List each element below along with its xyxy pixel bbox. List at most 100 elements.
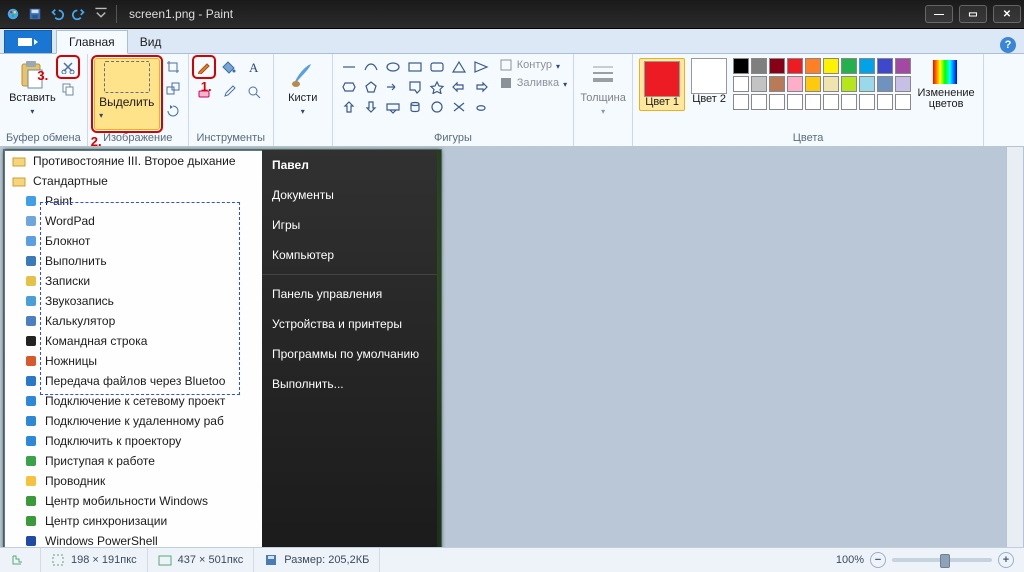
color-palette[interactable] xyxy=(733,58,911,110)
help-button[interactable]: ? xyxy=(1000,37,1016,53)
tree-item[interactable]: Передача файлов через Bluetoo xyxy=(5,371,263,391)
tree-item[interactable]: Подключить к проектору xyxy=(5,431,263,451)
color-swatch[interactable] xyxy=(895,94,911,110)
canvas[interactable]: Противостояние III. Второе дыхание Станд… xyxy=(4,150,441,548)
qat-dropdown-icon[interactable] xyxy=(92,5,110,23)
color-swatch[interactable] xyxy=(733,58,749,74)
color-swatch[interactable] xyxy=(751,76,767,92)
pencil-tool[interactable] xyxy=(195,58,213,76)
color-swatch[interactable] xyxy=(787,58,803,74)
group-tools: A Инструменты xyxy=(189,54,274,146)
fill-button[interactable]: Заливка▾ xyxy=(499,76,567,90)
close-button[interactable]: ✕ xyxy=(993,5,1021,23)
paste-button[interactable]: Вставить▾ xyxy=(9,58,55,128)
redo-icon[interactable] xyxy=(70,5,88,23)
tree-item[interactable]: Блокнот xyxy=(5,231,263,251)
crop-button[interactable] xyxy=(164,58,182,76)
startmenu-right-item[interactable]: Выполнить... xyxy=(262,369,437,399)
resize-button[interactable] xyxy=(164,80,182,98)
tree-folder[interactable]: Стандартные xyxy=(5,171,263,191)
tree-item[interactable]: Проводник xyxy=(5,471,263,491)
color-swatch[interactable] xyxy=(823,58,839,74)
tree-item[interactable]: Центр мобильности Windows xyxy=(5,491,263,511)
color-swatch[interactable] xyxy=(859,58,875,74)
color-swatch[interactable] xyxy=(877,76,893,92)
color-swatch[interactable] xyxy=(733,94,749,110)
zoom-out-button[interactable]: − xyxy=(870,552,886,568)
tree-item[interactable]: WordPad xyxy=(5,211,263,231)
file-menu-button[interactable] xyxy=(4,30,52,53)
startmenu-right-item[interactable]: Устройства и принтеры xyxy=(262,309,437,339)
magnifier-tool[interactable] xyxy=(245,83,263,101)
color-swatch[interactable] xyxy=(841,76,857,92)
tab-main[interactable]: Главная xyxy=(56,30,128,54)
startmenu-right-item[interactable]: Программы по умолчанию xyxy=(262,339,437,369)
color-swatch[interactable] xyxy=(751,58,767,74)
color-swatch[interactable] xyxy=(769,94,785,110)
contour-button[interactable]: Контур▾ xyxy=(499,58,567,72)
zoom-control[interactable]: 100% − + xyxy=(826,552,1024,568)
tree-item[interactable]: Записки xyxy=(5,271,263,291)
zoom-in-button[interactable]: + xyxy=(998,552,1014,568)
color-swatch[interactable] xyxy=(859,76,875,92)
tab-view[interactable]: Вид xyxy=(128,31,174,53)
tree-item[interactable]: Центр синхронизации xyxy=(5,511,263,531)
color-swatch[interactable] xyxy=(895,58,911,74)
tree-item[interactable]: Калькулятор xyxy=(5,311,263,331)
tree-item[interactable]: Звукозапись xyxy=(5,291,263,311)
startmenu-user[interactable]: Павел xyxy=(262,150,437,180)
color-swatch[interactable] xyxy=(895,76,911,92)
brushes-button[interactable]: Кисти▾ xyxy=(280,58,326,128)
tree-item[interactable]: Выполнить xyxy=(5,251,263,271)
thickness-button[interactable]: Толщина▾ xyxy=(580,58,626,128)
color-swatch[interactable] xyxy=(841,94,857,110)
shapes-gallery[interactable] xyxy=(339,58,491,116)
startmenu-right-item[interactable]: Компьютер xyxy=(262,240,437,270)
color-swatch[interactable] xyxy=(805,76,821,92)
color-swatch[interactable] xyxy=(859,94,875,110)
startmenu-right-item[interactable]: Игры xyxy=(262,210,437,240)
cut-button[interactable] xyxy=(59,58,77,76)
fill-tool[interactable] xyxy=(220,58,238,76)
canvas-area[interactable]: Противостояние III. Второе дыхание Станд… xyxy=(0,146,1024,548)
select-button[interactable]: Выделить▾ xyxy=(94,58,160,130)
zoom-slider[interactable] xyxy=(892,558,992,562)
color-swatch[interactable] xyxy=(823,94,839,110)
color2-button[interactable]: Цвет 2 xyxy=(689,58,729,105)
color-swatch[interactable] xyxy=(787,76,803,92)
color-swatch[interactable] xyxy=(805,58,821,74)
color1-button[interactable]: Цвет 1 xyxy=(639,58,685,111)
color-swatch[interactable] xyxy=(877,58,893,74)
tree-folder[interactable]: Противостояние III. Второе дыхание xyxy=(5,151,263,171)
edit-colors-button[interactable]: Изменение цветов xyxy=(915,58,977,110)
vertical-scrollbar[interactable] xyxy=(1006,146,1024,548)
color-swatch[interactable] xyxy=(805,94,821,110)
color-swatch[interactable] xyxy=(823,76,839,92)
startmenu-right-item[interactable]: Панель управления xyxy=(262,279,437,309)
tree-item[interactable]: Ножницы xyxy=(5,351,263,371)
color-swatch[interactable] xyxy=(751,94,767,110)
tree-item[interactable]: Windows PowerShell xyxy=(5,531,263,548)
eyedropper-tool[interactable] xyxy=(220,83,238,101)
maximize-button[interactable]: ▭ xyxy=(959,5,987,23)
program-icon xyxy=(23,433,39,449)
color-swatch[interactable] xyxy=(787,94,803,110)
status-canvas-size: 437 × 501пкс xyxy=(148,548,255,572)
tree-item[interactable]: Paint xyxy=(5,191,263,211)
tree-item[interactable]: Подключение к сетевому проект xyxy=(5,391,263,411)
minimize-button[interactable]: — xyxy=(925,5,953,23)
text-tool[interactable]: A xyxy=(245,58,263,76)
color-swatch[interactable] xyxy=(769,58,785,74)
color-swatch[interactable] xyxy=(733,76,749,92)
color-swatch[interactable] xyxy=(769,76,785,92)
tree-item[interactable]: Приступая к работе xyxy=(5,451,263,471)
save-icon[interactable] xyxy=(26,5,44,23)
tree-item[interactable]: Командная строка xyxy=(5,331,263,351)
tree-item[interactable]: Подключение к удаленному раб xyxy=(5,411,263,431)
rotate-button[interactable] xyxy=(164,102,182,120)
undo-icon[interactable] xyxy=(48,5,66,23)
color-swatch[interactable] xyxy=(877,94,893,110)
color-swatch[interactable] xyxy=(841,58,857,74)
startmenu-right-item[interactable]: Документы xyxy=(262,180,437,210)
copy-button[interactable] xyxy=(59,80,77,98)
